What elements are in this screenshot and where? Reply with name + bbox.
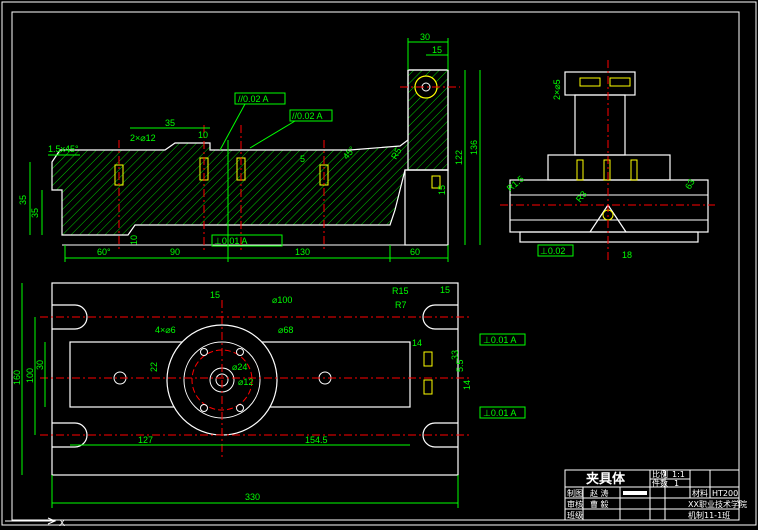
side-hole-top-r: [609, 77, 631, 87]
top-dim-33: 33: [450, 350, 460, 360]
dim-10: 10: [198, 130, 208, 140]
side-hole-mid-c: [603, 159, 611, 181]
top-view: ⊥0.01 A ⊥0.01 A 15 ⌀100 ⌀68 4×⌀6 R15 R7 …: [12, 282, 526, 508]
dim-90: 90: [170, 247, 180, 257]
dim-60: 60: [410, 247, 420, 257]
top-dim-d12: ⌀12: [238, 377, 253, 387]
tb-material-value: HT200: [712, 489, 738, 498]
dim-122: 122: [454, 150, 464, 165]
top-tol-bottom: ⊥0.01 A: [483, 408, 516, 418]
side-flange: [547, 154, 671, 181]
tb-drawn-name: 赵 涛: [590, 488, 609, 498]
top-dim-4xd6: 4×⌀6: [155, 325, 176, 335]
inner-frame: [11, 11, 740, 521]
top-dim-r7: R7: [395, 300, 407, 310]
side-holes-label: 2×⌀5: [552, 79, 562, 100]
tb-class-value: 机制11-1班: [688, 510, 730, 520]
top-dim-14b: 14: [462, 380, 472, 390]
dim-10b: 10: [129, 235, 139, 245]
top-dim-30: 30: [35, 360, 45, 370]
side-tol: ⊥0.02: [540, 246, 565, 256]
tb-school: XX职业技术学院: [688, 499, 747, 509]
top-dim-d68: ⌀68: [278, 325, 293, 335]
top-dim-127: 127: [138, 435, 153, 445]
top-dim-15-right: 15: [440, 285, 450, 295]
top-dim-15: 15: [210, 290, 220, 300]
front-tol-flat: //0.02 A: [238, 94, 269, 104]
title-block: 夹具体 比例 1:1 件数 1 制图 赵 涛 材料 HT200 审核 曹 毅 X…: [564, 469, 747, 521]
side-hole-mid-r: [630, 159, 638, 181]
side-18: 18: [622, 250, 632, 260]
top-dim-d100: ⌀100: [272, 295, 292, 305]
top-dim-d24: ⌀24: [232, 362, 247, 372]
dim-60deg: 60°: [97, 247, 111, 257]
tb-date-bar: [623, 491, 647, 495]
tb-scale-label: 比例: [652, 469, 668, 479]
dim-35-left-a: 35: [18, 195, 28, 205]
top-tol-top: ⊥0.01 A: [483, 335, 516, 345]
outer-frame: [1, 1, 757, 526]
top-dim-330: 330: [245, 492, 260, 502]
front-base-right: [404, 169, 449, 246]
front-tol-perp: ⊥0.01 A: [214, 236, 247, 246]
dim-15-right: 15: [437, 185, 447, 195]
tb-scale-value: 1:1: [672, 470, 685, 479]
dim-15: 15: [432, 45, 442, 55]
tb-class-label: 班级: [567, 510, 583, 520]
holes-label: 2×⌀12: [130, 133, 156, 143]
tb-material-label: 材料: [692, 488, 708, 498]
top-dim-22: 22: [149, 362, 159, 372]
tb-check-name: 曹 毅: [590, 499, 609, 509]
side-63: 63: [683, 177, 697, 191]
tb-check-label: 审核: [567, 499, 583, 509]
tol-leader: [249, 120, 296, 149]
side-r15: R1.5: [505, 174, 526, 194]
front-tol-par: //0.02 A: [292, 111, 323, 121]
dim-35: 35: [165, 118, 175, 128]
top-dim-5.5: 5.5: [455, 359, 465, 372]
top-dim-160: 160: [12, 370, 22, 385]
tb-qty-value: 1: [674, 479, 679, 488]
top-dim-154.5: 154.5: [305, 435, 328, 445]
dim-35-left-b: 35: [30, 208, 40, 218]
ucs-x-label: X: [59, 519, 65, 529]
top-pin-upper: [423, 351, 433, 367]
side-hole-top-l: [579, 77, 601, 87]
top-pin-lower: [423, 379, 433, 395]
dim-136: 136: [469, 140, 479, 155]
side-foot: [519, 231, 699, 243]
drawing-canvas: 1.5x45° 2×⌀12 //0.02 A //0.02 A ⊥0.01 A …: [1, 1, 757, 529]
side-hole-mid-l: [576, 159, 584, 181]
front-view: 1.5x45° 2×⌀12 //0.02 A //0.02 A ⊥0.01 A …: [18, 32, 481, 262]
top-dim-100: 100: [25, 368, 35, 383]
side-r3: R3: [574, 189, 589, 204]
side-view: 2×⌀5 R1.5 R3 63 18 ⊥0.02: [500, 60, 715, 260]
tb-drawn-label: 制图: [567, 488, 583, 498]
dim-130: 130: [295, 247, 310, 257]
top-dim-14: 14: [412, 338, 422, 348]
chamfer-label: 1.5x45°: [48, 144, 79, 154]
dim-30: 30: [420, 32, 430, 42]
dim-5: 5: [300, 154, 305, 164]
top-dim-r15: R15: [392, 286, 409, 296]
tb-qty-label: 件数: [652, 478, 668, 488]
side-column: [574, 94, 626, 156]
tb-title: 夹具体: [586, 471, 626, 487]
